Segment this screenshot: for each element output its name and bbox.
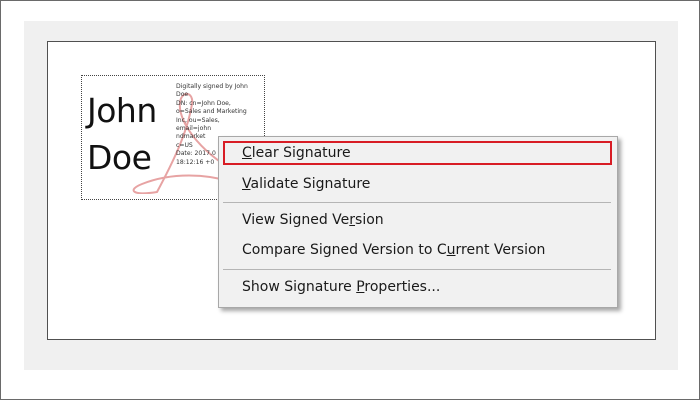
menu-item-text: lear Signature [251,145,351,161]
view-signed-version-menu-item[interactable]: View Signed Version [220,208,616,232]
menu-item-text: roperties... [364,279,441,295]
signature-detail-line: DN: cn=John Doe, [176,99,231,107]
signature-detail-line: Doe [176,91,189,99]
show-signature-properties-menu-item[interactable]: Show Signature Properties... [220,275,616,299]
menu-item-text: rrent Version [455,242,546,258]
menu-item-text: View Signed Ve [242,212,350,228]
menu-separator [223,269,611,270]
menu-item-text: alidate Signature [250,176,371,192]
validate-signature-menu-item[interactable]: Validate Signature [220,172,616,196]
signature-detail-line: email=john [176,125,212,133]
signature-detail-line: Digitally signed by John [176,83,248,90]
signature-context-menu: Clear Signature Validate Signature View … [218,136,618,308]
clear-signature-menu-item[interactable]: Clear Signature [223,141,612,165]
signature-detail-line: Inc, ou=Sales, [176,116,220,124]
menu-item-accelerator: C [242,145,252,161]
signer-first-name: John [87,91,157,130]
menu-item-text: Show Signature [242,279,357,295]
menu-item-text: sion [355,212,384,228]
menu-item-accelerator: V [242,176,251,192]
menu-item-text: Compare Signed Version to C [242,242,447,258]
signature-detail-line: o=Sales and Marketing [176,108,247,116]
signer-last-name: Doe [87,138,152,177]
menu-separator [223,202,611,203]
menu-item-accelerator: u [446,242,456,258]
compare-signed-version-menu-item[interactable]: Compare Signed Version to Current Versio… [220,238,616,262]
